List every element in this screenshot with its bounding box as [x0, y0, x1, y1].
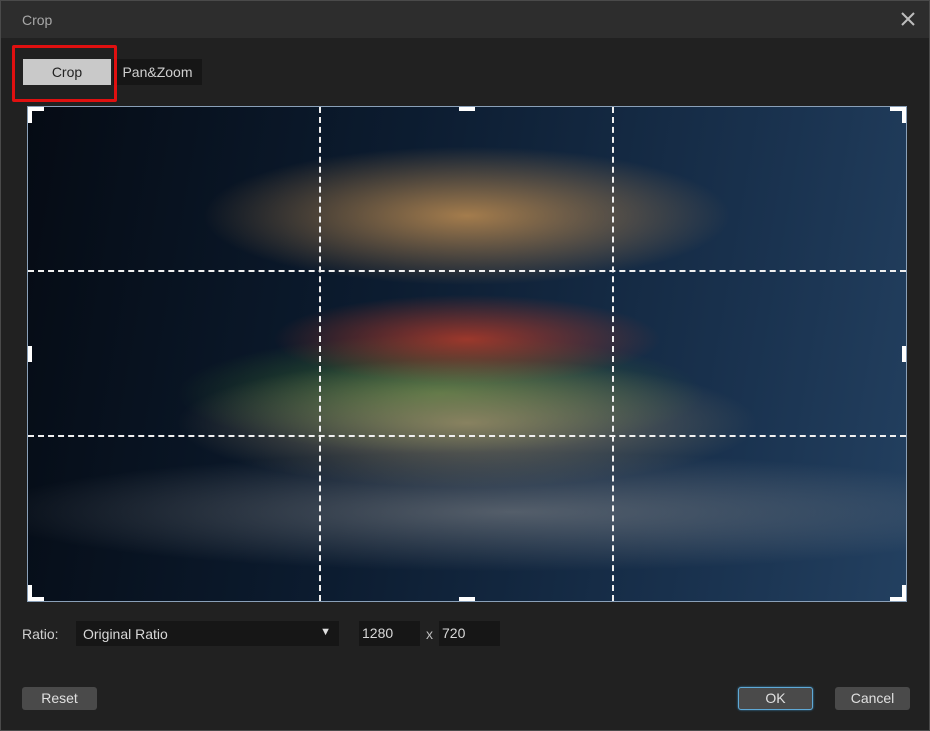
dimension-separator: x — [426, 626, 433, 642]
grid-line-horizontal — [28, 435, 906, 437]
tab-pan-zoom[interactable]: Pan&Zoom — [113, 59, 202, 85]
crop-preview[interactable] — [27, 106, 907, 602]
crop-handle-top-left[interactable] — [28, 107, 32, 123]
title-bar: Crop — [1, 1, 929, 38]
ratio-value: Original Ratio — [83, 626, 168, 642]
crop-handle-bottom-left[interactable] — [28, 585, 32, 601]
close-button[interactable] — [897, 8, 919, 30]
ratio-dropdown[interactable]: Original Ratio ▼ — [76, 621, 339, 646]
reset-button[interactable]: Reset — [22, 687, 97, 710]
ratio-label: Ratio: — [22, 626, 59, 642]
window-title: Crop — [22, 12, 53, 28]
width-input[interactable]: 1280 — [359, 621, 420, 646]
crop-handle-bottom-right[interactable] — [902, 585, 906, 601]
crop-handle-left[interactable] — [28, 346, 32, 362]
close-icon — [901, 12, 915, 26]
crop-handle-top[interactable] — [459, 107, 475, 111]
height-input[interactable]: 720 — [439, 621, 500, 646]
grid-line-vertical — [319, 107, 321, 601]
crop-handle-bottom[interactable] — [459, 597, 475, 601]
grid-line-vertical — [612, 107, 614, 601]
dropdown-arrow-icon: ▼ — [320, 626, 331, 638]
grid-line-horizontal — [28, 270, 906, 272]
tab-crop[interactable]: Crop — [23, 59, 111, 85]
crop-handle-top-right[interactable] — [902, 107, 906, 123]
crop-handle-right[interactable] — [902, 346, 906, 362]
cancel-button[interactable]: Cancel — [835, 687, 910, 710]
crop-dialog: Crop Crop Pan&Zoom Ratio: Original Ratio… — [0, 0, 930, 731]
ok-button[interactable]: OK — [738, 687, 813, 710]
